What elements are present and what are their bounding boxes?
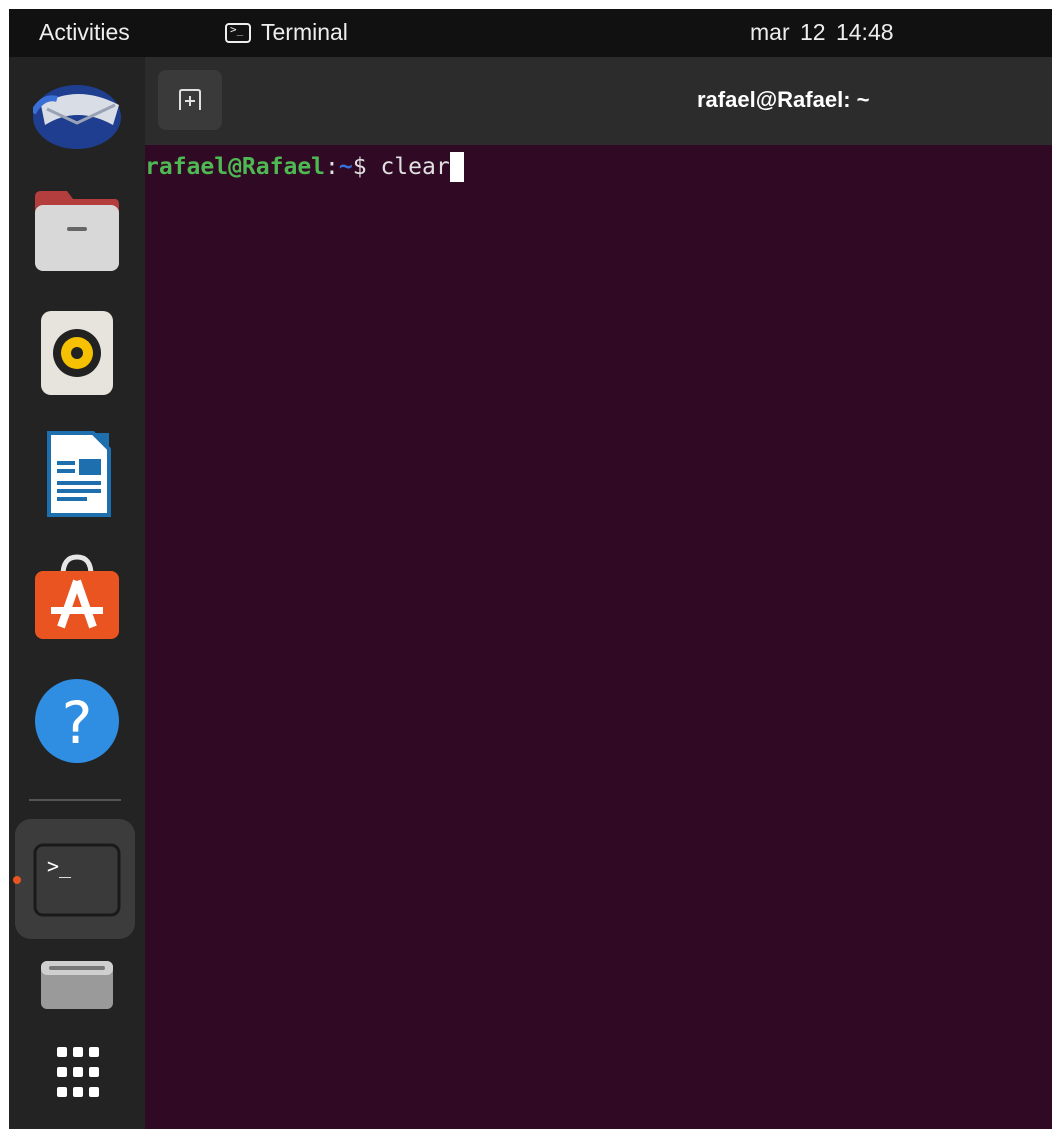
terminal-headerbar: rafael@Rafael: ~ xyxy=(145,57,1052,145)
drive-icon xyxy=(41,961,113,1009)
svg-text:?: ? xyxy=(62,689,93,757)
terminal-small-icon xyxy=(225,22,251,43)
svg-text:>_: >_ xyxy=(47,854,72,878)
dock-disk-drive[interactable] xyxy=(33,959,121,1047)
shopping-bag-icon xyxy=(35,554,119,639)
show-applications-button[interactable] xyxy=(33,1037,121,1125)
window-title: rafael@Rafael: ~ xyxy=(697,87,870,112)
app-menu-label: Terminal xyxy=(261,19,348,45)
dock: ? >_ xyxy=(9,57,145,1129)
activities-button[interactable]: Activities xyxy=(39,19,130,46)
app-grid-icon xyxy=(57,1047,99,1097)
running-indicator xyxy=(13,876,21,884)
dock-separator xyxy=(29,799,121,801)
dock-rhythmbox[interactable] xyxy=(33,307,121,395)
new-tab-button[interactable] xyxy=(158,70,222,130)
prompt-colon: : xyxy=(325,154,339,180)
clock[interactable]: mar 12 14:48 xyxy=(750,19,894,46)
prompt-path: ~ xyxy=(338,154,353,180)
terminal-output[interactable]: rafael@Rafael:~$ clear xyxy=(145,152,1052,182)
question-icon: ? xyxy=(35,679,119,763)
dock-libreoffice-writer[interactable] xyxy=(33,429,121,517)
dock-help[interactable]: ? xyxy=(33,677,121,765)
document-icon xyxy=(47,431,111,517)
terminal-icon: >_ xyxy=(33,843,121,917)
new-tab-icon xyxy=(179,89,201,110)
prompt-user: rafael@Rafael xyxy=(145,154,326,180)
dock-files[interactable] xyxy=(33,187,121,275)
text-cursor xyxy=(449,152,464,182)
mail-client-icon xyxy=(30,85,121,149)
speaker-icon xyxy=(41,311,113,395)
app-menu-button[interactable]: Terminal xyxy=(225,19,348,46)
dock-ubuntu-software[interactable] xyxy=(33,551,121,639)
dock-terminal[interactable]: >_ xyxy=(33,841,121,929)
prompt-symbol: $ xyxy=(352,154,381,180)
desktop: Activities Terminal mar 12 14:48 xyxy=(9,9,1052,1129)
terminal-window[interactable]: rafael@Rafael: ~ rafael@Rafael:~$ clear xyxy=(145,57,1052,1129)
top-bar: Activities Terminal mar 12 14:48 xyxy=(9,9,1052,57)
folder-icon xyxy=(35,191,119,271)
command-text: clear xyxy=(380,154,450,180)
dock-thunderbird[interactable] xyxy=(30,75,121,163)
